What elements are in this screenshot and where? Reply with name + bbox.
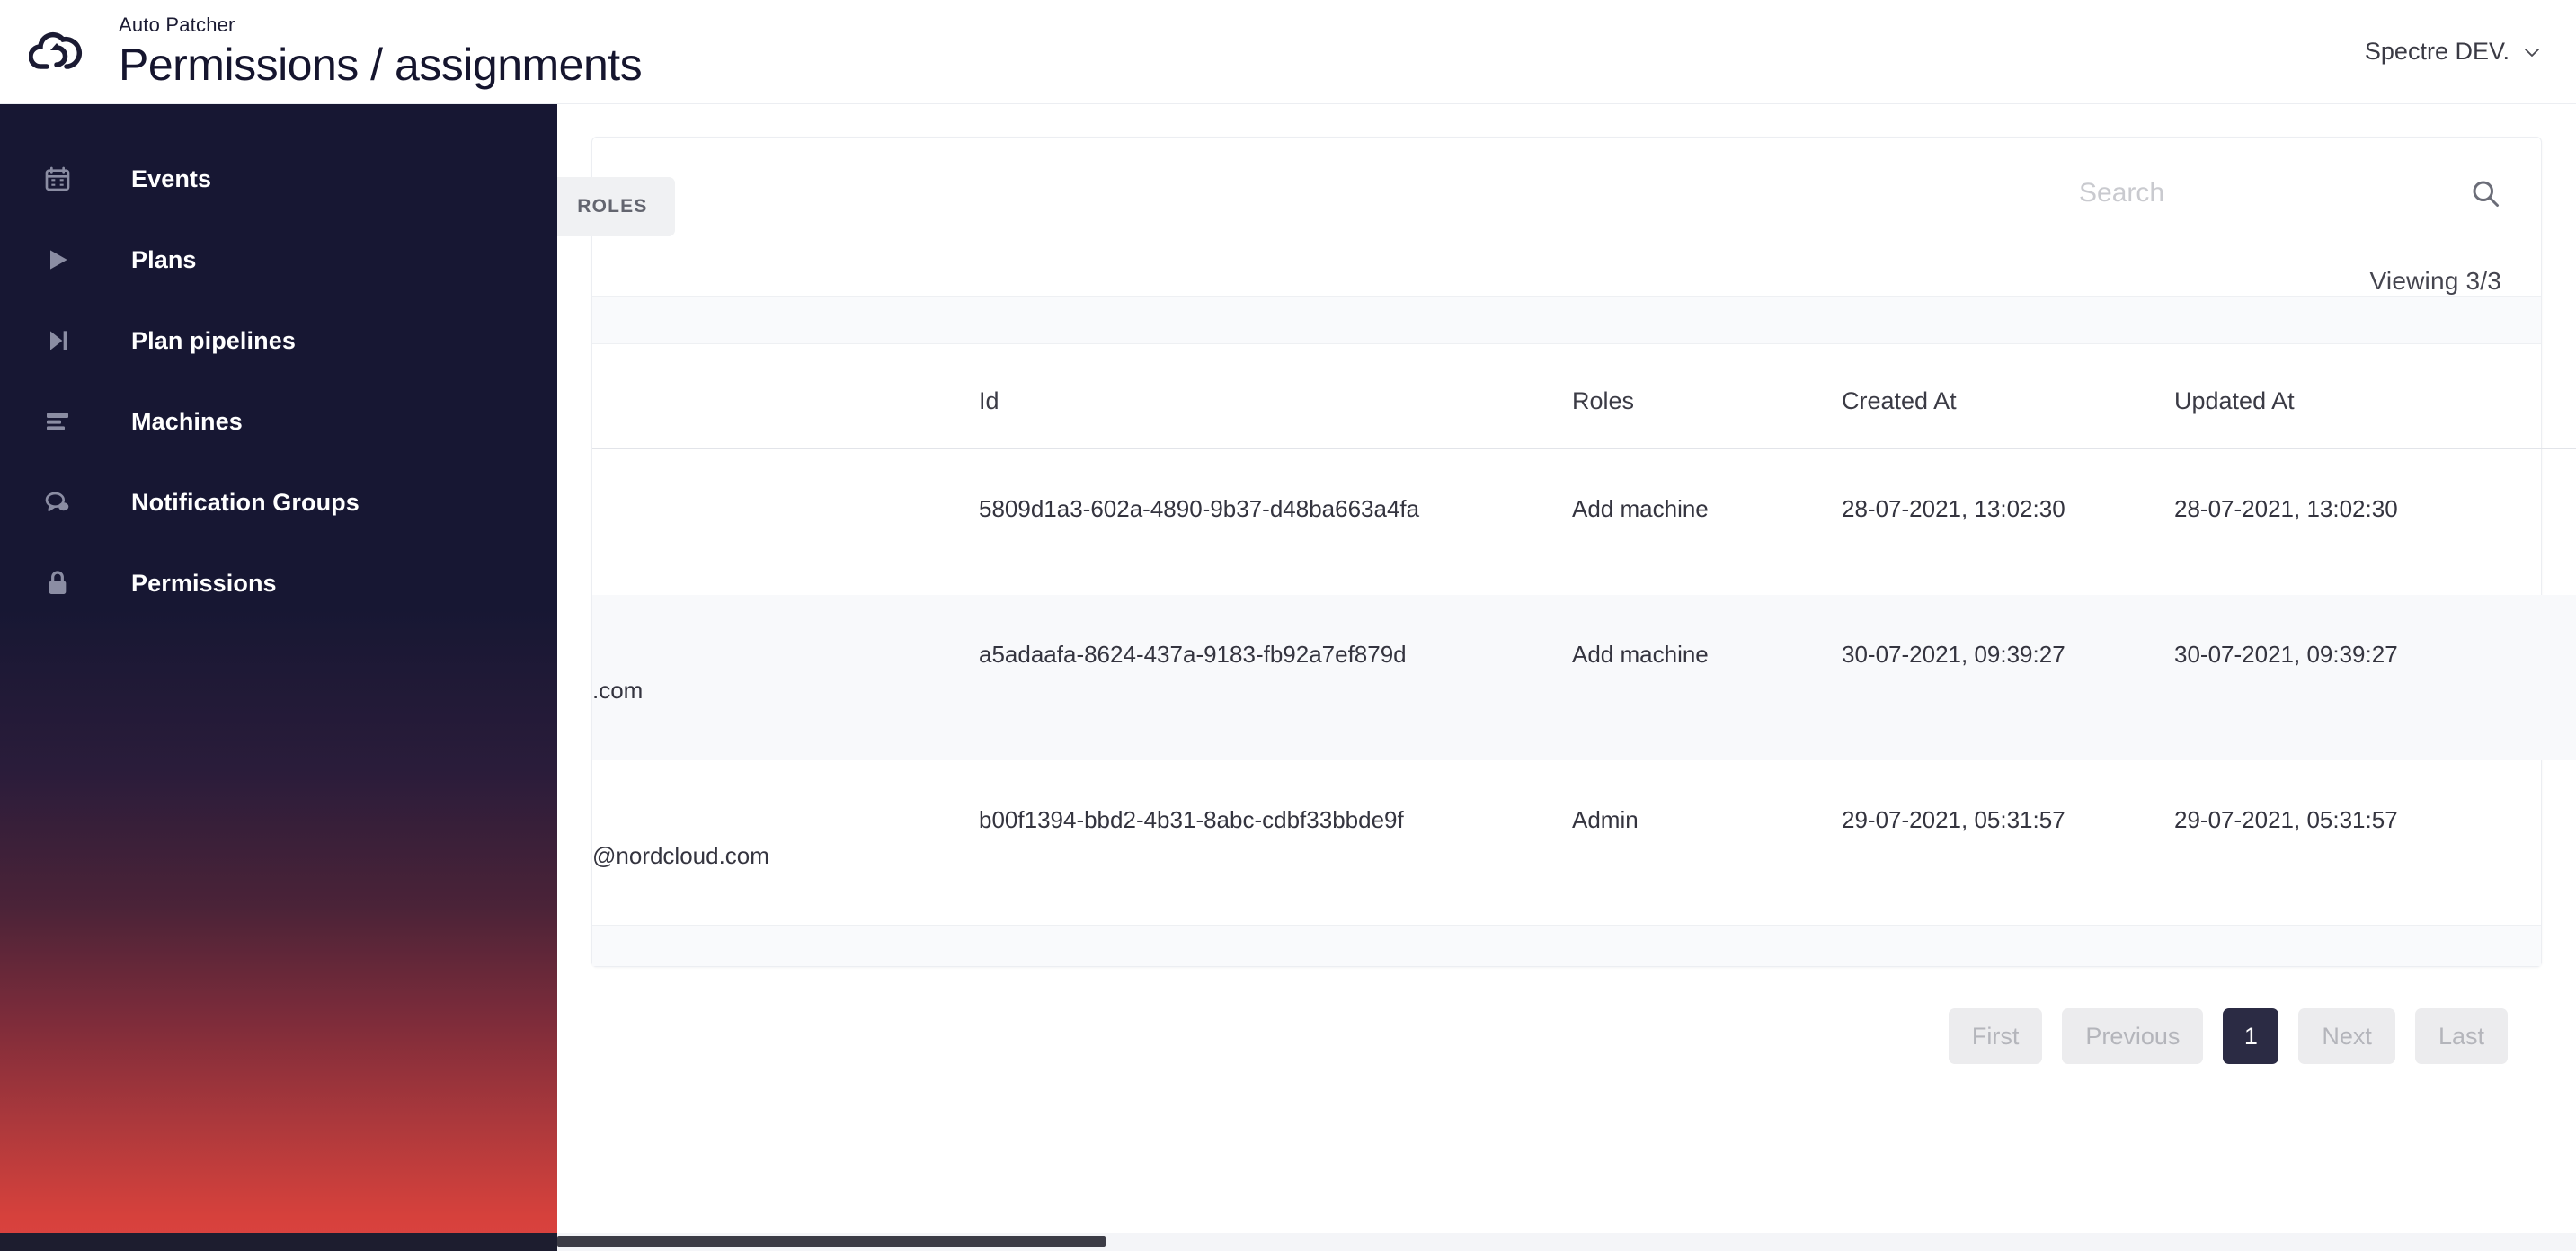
page-title: Permissions / assignments — [119, 39, 643, 90]
horizontal-scrollbar[interactable] — [557, 1233, 2576, 1251]
sidebar-item-label: Plan pipelines — [131, 326, 296, 354]
skip-forward-icon — [43, 326, 95, 355]
account-name: Spectre DEV. — [2364, 38, 2509, 65]
app-name: Auto Patcher — [119, 13, 235, 36]
cell-actions — [2516, 760, 2576, 926]
cell-created-at: 28-07-2021, 13:02:30 — [1842, 495, 2065, 522]
cell-actions — [2516, 448, 2576, 595]
cell-id: a5adaafa-8624-437a-9183-fb92a7ef879d — [979, 641, 1407, 668]
horizontal-scrollbar-thumb[interactable] — [557, 1236, 1106, 1247]
cell-roles: Add machine — [1572, 495, 1709, 522]
account-menu[interactable]: Spectre DEV. — [2365, 38, 2576, 66]
pagination-divider-strip — [592, 925, 2541, 967]
chat-bubbles-icon — [43, 488, 95, 517]
tab-bar: ASSIGNMENTS ROLES — [557, 177, 675, 236]
sidebar-item-machines[interactable]: Machines — [0, 381, 557, 462]
cell-created-at: 29-07-2021, 05:31:57 — [1842, 805, 2065, 833]
sidebar-item-plans[interactable]: Plans — [0, 219, 557, 300]
cell-created-at: 30-07-2021, 09:39:27 — [1842, 641, 2065, 668]
search-box[interactable] — [2079, 177, 2501, 218]
pagination-last-button[interactable]: Last — [2414, 1008, 2508, 1065]
column-header-actions — [2516, 344, 2576, 449]
play-icon — [43, 245, 95, 274]
table-row[interactable]: @nordcloud.com b00f1394-bbd2-4b31-8abc-c… — [592, 760, 2576, 926]
viewing-count: Viewing 3/3 — [2369, 267, 2501, 295]
sidebar-item-label: Permissions — [131, 569, 277, 597]
cell-email: .com — [592, 677, 644, 704]
table-body: 5809d1a3-602a-4890-9b37-d48ba663a4fa Add… — [592, 448, 2576, 925]
app-logo[interactable] — [0, 27, 115, 77]
search-input[interactable] — [2079, 178, 2421, 208]
sidebar-item-label: Machines — [131, 407, 243, 435]
sidebar-item-label: Events — [131, 164, 212, 192]
column-header-roles[interactable]: Roles — [1572, 344, 1842, 449]
column-header-id[interactable]: Id — [979, 344, 1572, 449]
table-header-row: Id Roles Created At Updated At — [592, 344, 2576, 449]
cell-roles: Add machine — [1572, 641, 1709, 668]
column-header-updated-at[interactable]: Updated At — [2174, 344, 2516, 449]
cell-roles: Admin — [1572, 805, 1639, 833]
cell-email — [592, 448, 979, 595]
sidebar-item-events[interactable]: Events — [0, 138, 557, 219]
pagination-page-1-button[interactable]: 1 — [2223, 1008, 2279, 1065]
assignments-card: ASSIGNMENTS ROLES — [557, 137, 2576, 968]
chevron-down-icon — [2522, 42, 2542, 62]
sidebar-item-notification-groups[interactable]: Notification Groups — [0, 462, 557, 543]
column-header-email[interactable] — [592, 344, 979, 449]
search-icon[interactable] — [2469, 177, 2501, 209]
table-row[interactable]: .com a5adaafa-8624-437a-9183-fb92a7ef879… — [592, 595, 2576, 760]
sidebar-bottom-strip — [0, 1233, 557, 1251]
table-header: Id Roles Created At Updated At — [592, 344, 2576, 449]
toolbar-divider-strip — [592, 296, 2541, 344]
server-list-icon — [43, 407, 95, 436]
cell-email: @nordcloud.com — [592, 841, 769, 869]
cell-updated-at: 30-07-2021, 09:39:27 — [2174, 641, 2398, 668]
assignments-table: Id Roles Created At Updated At 5809d1a3-… — [592, 344, 2576, 925]
card-toolbar: ASSIGNMENTS ROLES — [557, 138, 2541, 296]
app-root: Auto Patcher Permissions / assignments S… — [0, 0, 2576, 1251]
page-title-block: Auto Patcher Permissions / assignments — [115, 13, 643, 91]
top-bar: Auto Patcher Permissions / assignments S… — [0, 0, 2576, 104]
pagination: First Previous 1 Next Last — [591, 967, 2542, 1065]
tab-roles[interactable]: ROLES — [557, 177, 675, 236]
sidebar-item-permissions[interactable]: Permissions — [0, 543, 557, 624]
sidebar-item-plan-pipelines[interactable]: Plan pipelines — [0, 300, 557, 381]
column-header-created-at[interactable]: Created At — [1842, 344, 2174, 449]
sidebar-item-label: Plans — [131, 245, 197, 273]
pagination-previous-button[interactable]: Previous — [2062, 1008, 2204, 1065]
sidebar: Events Plans Plan pipelines Machines Not… — [0, 104, 557, 1251]
cell-updated-at: 28-07-2021, 13:02:30 — [2174, 495, 2398, 522]
calendar-icon — [43, 164, 95, 193]
cell-actions — [2516, 595, 2576, 760]
sidebar-item-label: Notification Groups — [131, 488, 360, 516]
cell-id: 5809d1a3-602a-4890-9b37-d48ba663a4fa — [979, 495, 1420, 522]
cell-id: b00f1394-bbd2-4b31-8abc-cdbf33bbde9f — [979, 805, 1404, 833]
main-content: ASSIGNMENTS ROLES — [557, 104, 2576, 1251]
cloud-refresh-logo-icon — [29, 31, 82, 69]
pagination-next-button[interactable]: Next — [2298, 1008, 2395, 1065]
cell-updated-at: 29-07-2021, 05:31:57 — [2174, 805, 2398, 833]
search-area: Viewing 3/3 — [2079, 177, 2501, 296]
table-row[interactable]: 5809d1a3-602a-4890-9b37-d48ba663a4fa Add… — [592, 448, 2576, 595]
lock-icon — [43, 569, 95, 598]
pagination-first-button[interactable]: First — [1948, 1008, 2043, 1065]
